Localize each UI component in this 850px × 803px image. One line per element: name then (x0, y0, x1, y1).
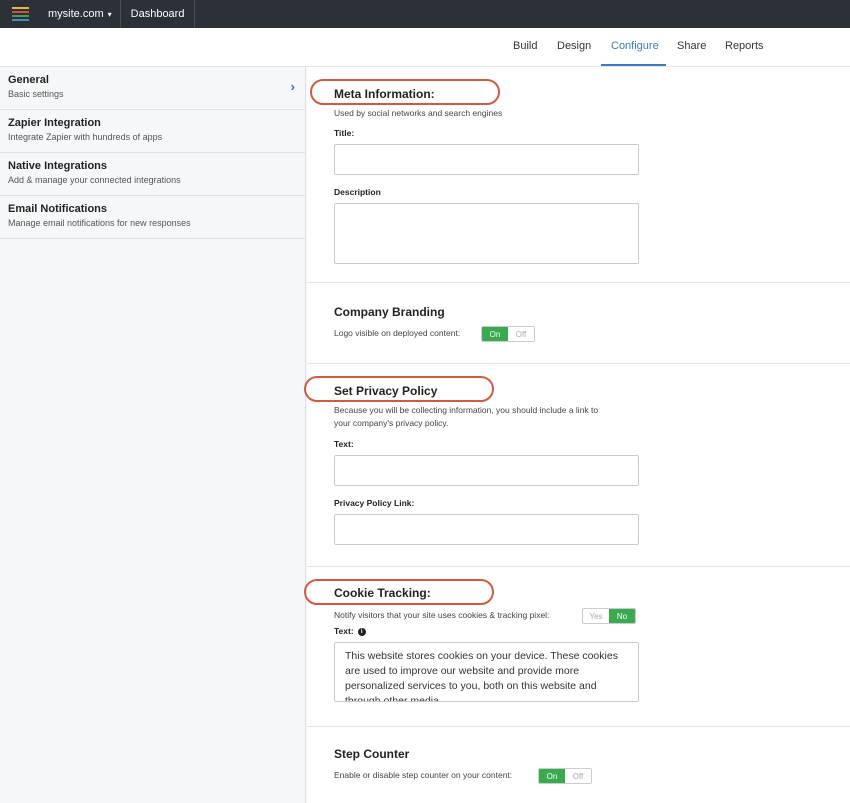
cookie-text-label: Text: i (334, 626, 366, 636)
privacy-text-input[interactable] (334, 455, 639, 486)
site-name: mysite.com (48, 8, 104, 20)
toggle-off-option[interactable]: Off (508, 327, 534, 341)
privacy-text-label: Text: (334, 439, 354, 449)
sidebar-item-title: Native Integrations (8, 160, 108, 172)
dashboard-label: Dashboard (130, 8, 185, 20)
settings-content: Meta Information: Used by social network… (304, 67, 850, 803)
top-bar: mysite.com ▾ Dashboard (0, 0, 850, 28)
app-logo-icon[interactable] (0, 0, 40, 28)
branding-toggle-label: Logo visible on deployed content: (334, 328, 461, 338)
sidebar-item-subtitle: Basic settings (8, 89, 64, 99)
meta-title-input[interactable] (334, 144, 639, 175)
tab-bar: Build Design Configure Share Reports (0, 28, 850, 67)
sidebar-item-native-integrations[interactable]: Native Integrations Add & manage your co… (0, 153, 305, 196)
title-label: Title: (334, 128, 355, 138)
cookie-toggle-label: Notify visitors that your site uses cook… (334, 610, 550, 620)
cookie-text-label-text: Text: (334, 626, 354, 636)
description-label: Description (334, 187, 381, 197)
chevron-right-icon: › (290, 79, 295, 94)
sidebar-item-subtitle: Integrate Zapier with hundreds of apps (8, 132, 163, 142)
cookie-text-textarea[interactable]: This website stores cookies on your devi… (334, 642, 639, 702)
settings-sidebar: General Basic settings › Zapier Integrat… (0, 67, 306, 803)
dashboard-link[interactable]: Dashboard (121, 0, 196, 28)
sidebar-item-zapier[interactable]: Zapier Integration Integrate Zapier with… (0, 110, 305, 153)
sidebar-item-email-notifications[interactable]: Email Notifications Manage email notific… (0, 196, 305, 239)
tab-configure[interactable]: Configure (601, 28, 666, 66)
tab-design[interactable]: Design (547, 28, 601, 66)
cookie-notify-toggle[interactable]: Yes No (582, 608, 636, 624)
meta-description-textarea[interactable] (334, 203, 639, 264)
sidebar-item-general[interactable]: General Basic settings › (0, 67, 305, 110)
toggle-no-option[interactable]: No (609, 609, 635, 623)
section-title: Step Counter (334, 747, 410, 761)
company-branding-section: Company Branding Logo visible on deploye… (307, 283, 850, 364)
toggle-off-option[interactable]: Off (565, 769, 591, 783)
section-title: Meta Information: (334, 87, 435, 101)
logo-visible-toggle[interactable]: On Off (481, 326, 535, 342)
sidebar-item-subtitle: Manage email notifications for new respo… (8, 218, 191, 228)
section-title: Cookie Tracking: (334, 586, 431, 600)
toggle-on-option[interactable]: On (482, 327, 508, 341)
sidebar-item-title: Zapier Integration (8, 117, 101, 129)
meta-information-section: Meta Information: Used by social network… (307, 67, 850, 283)
step-counter-toggle[interactable]: On Off (538, 768, 592, 784)
site-selector[interactable]: mysite.com ▾ (40, 0, 121, 28)
tab-build[interactable]: Build (503, 28, 547, 66)
section-title: Company Branding (334, 305, 445, 319)
cookie-tracking-section: Cookie Tracking: Notify visitors that yo… (304, 567, 850, 727)
tab-reports[interactable]: Reports (715, 28, 774, 66)
sidebar-item-title: Email Notifications (8, 203, 108, 215)
tab-share[interactable]: Share (667, 28, 716, 66)
privacy-description-line1: Because you will be collecting informati… (334, 405, 599, 415)
step-counter-section: Step Counter Enable or disable step coun… (307, 727, 850, 803)
sidebar-item-title: General (8, 74, 49, 86)
section-title: Set Privacy Policy (334, 384, 438, 398)
privacy-link-input[interactable] (334, 514, 639, 545)
sidebar-item-subtitle: Add & manage your connected integrations (8, 175, 181, 185)
step-counter-toggle-label: Enable or disable step counter on your c… (334, 770, 513, 780)
info-icon[interactable]: i (357, 627, 366, 636)
privacy-link-label: Privacy Policy Link: (334, 498, 415, 508)
section-description: Used by social networks and search engin… (334, 108, 503, 118)
privacy-policy-section: Set Privacy Policy Because you will be c… (304, 364, 850, 567)
toggle-yes-option[interactable]: Yes (583, 609, 609, 623)
chevron-down-icon: ▾ (107, 9, 112, 19)
toggle-on-option[interactable]: On (539, 769, 565, 783)
privacy-description-line2: your company's privacy policy. (334, 418, 449, 428)
